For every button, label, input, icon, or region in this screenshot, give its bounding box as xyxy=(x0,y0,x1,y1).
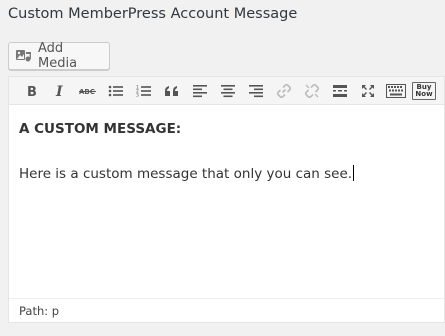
bold-icon: B xyxy=(27,85,37,98)
strikethrough-button[interactable]: ABC xyxy=(74,78,102,104)
italic-icon: I xyxy=(55,84,63,98)
fullscreen-icon xyxy=(362,84,374,97)
numbered-list-icon: 1 2 3 xyxy=(136,84,151,98)
read-more-icon xyxy=(333,84,347,97)
bulleted-list-icon xyxy=(108,85,123,96)
add-media-button[interactable]: Add Media xyxy=(8,41,110,71)
blockquote-icon xyxy=(165,85,178,96)
align-right-button[interactable] xyxy=(242,78,270,104)
align-center-icon xyxy=(221,84,235,97)
insert-link-icon xyxy=(276,83,292,98)
buy-now-icon: Buy Now xyxy=(412,81,436,100)
buy-now-button[interactable]: Buy Now xyxy=(410,78,438,104)
bulleted-list-button[interactable] xyxy=(102,78,130,104)
buy-now-line2: Now xyxy=(415,89,433,98)
message-heading: A CUSTOM MESSAGE: xyxy=(19,121,182,137)
text-caret xyxy=(353,164,355,181)
media-icon xyxy=(15,47,33,65)
message-text: Here is a custom message that only you c… xyxy=(19,165,353,182)
fullscreen-button[interactable] xyxy=(354,78,382,104)
svg-text:I: I xyxy=(55,84,63,98)
numbered-list-button[interactable]: 1 2 3 xyxy=(130,78,158,104)
blockquote-button[interactable] xyxy=(158,78,186,104)
remove-link-button[interactable] xyxy=(298,78,326,104)
visual-editor: B I ABC 1 2 3 xyxy=(8,76,445,323)
toolbar-toggle-button[interactable] xyxy=(382,78,410,104)
section-title: Custom MemberPress Account Message xyxy=(8,6,298,22)
svg-text:B: B xyxy=(27,85,37,98)
read-more-button[interactable] xyxy=(326,78,354,104)
align-right-icon xyxy=(249,84,263,97)
italic-button[interactable]: I xyxy=(46,78,74,104)
insert-link-button[interactable] xyxy=(270,78,298,104)
element-path-bar: Path: p xyxy=(9,298,444,322)
align-center-button[interactable] xyxy=(214,78,242,104)
strikethrough-icon: ABC xyxy=(79,88,96,96)
remove-link-icon xyxy=(304,83,320,98)
add-media-label: Add Media xyxy=(38,41,78,71)
align-left-button[interactable] xyxy=(186,78,214,104)
bold-button[interactable]: B xyxy=(18,78,46,104)
svg-text:3: 3 xyxy=(136,92,139,98)
message-paragraph: Here is a custom message that only you c… xyxy=(19,164,434,184)
editor-content-area[interactable]: A CUSTOM MESSAGE: Here is a custom messa… xyxy=(9,105,444,299)
align-left-icon xyxy=(193,84,207,97)
toolbar-toggle-icon xyxy=(386,83,406,98)
editor-toolbar: B I ABC 1 2 3 xyxy=(9,77,444,105)
